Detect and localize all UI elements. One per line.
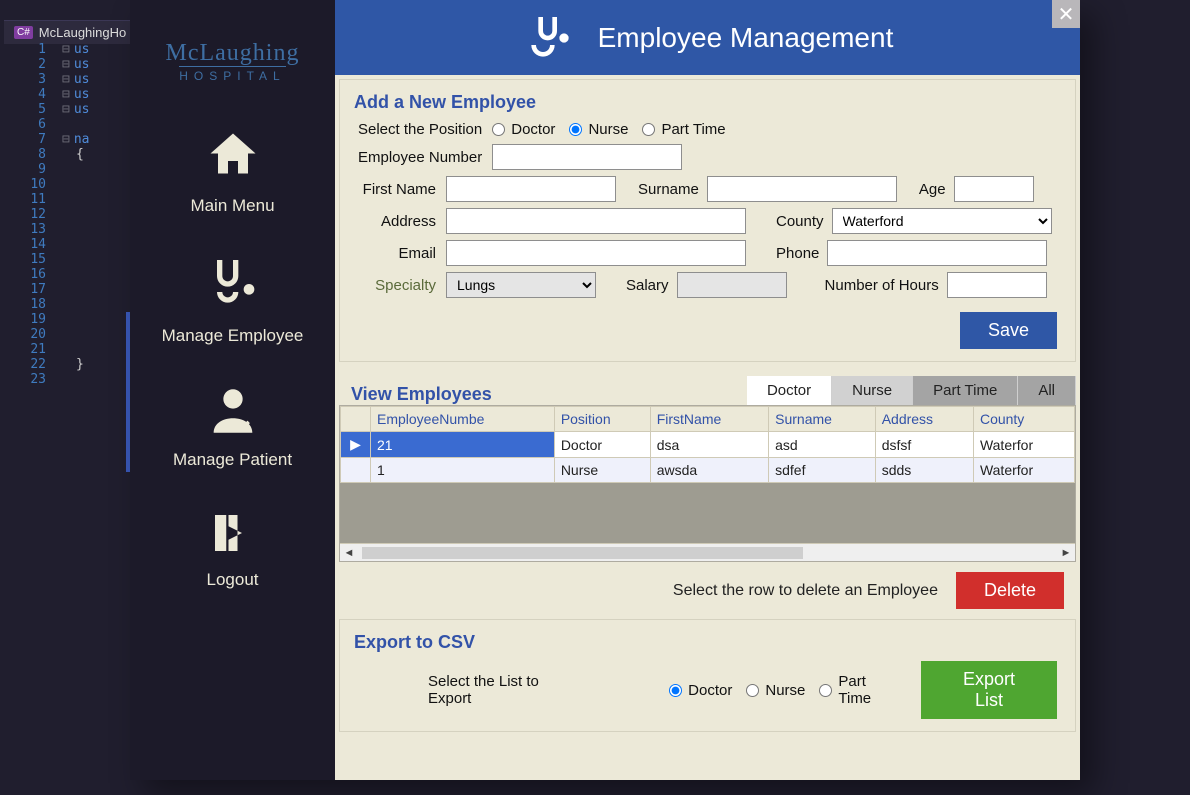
tab-nurse[interactable]: Nurse [832,376,913,405]
nav-main-menu[interactable]: Main Menu [130,108,335,234]
position-part-time[interactable]: Part Time [642,121,725,138]
save-button[interactable]: Save [960,312,1057,349]
position-radio-group: Doctor Nurse Part Time [492,121,725,138]
phone-label: Phone [776,245,819,262]
phone-input[interactable] [827,240,1047,266]
salary-label: Salary [626,277,669,294]
page-title: Employee Management [598,22,894,54]
export-heading: Export to CSV [354,632,1061,653]
delete-hint: Select the row to delete an Employee [673,582,938,600]
export-radio-group: Doctor Nurse Part Time [669,673,889,707]
export-panel: Export to CSV Select the List to Export … [339,619,1076,732]
grid-scrollbar[interactable]: ◄ ► [340,543,1075,561]
nav-manage-patient-label: Manage Patient [173,450,292,469]
nav-logout[interactable]: Logout [130,488,335,608]
specialty-select[interactable]: Lungs [446,272,596,298]
close-button[interactable]: ✕ [1052,0,1080,28]
age-input[interactable] [954,176,1034,202]
delete-button[interactable]: Delete [956,572,1064,609]
hours-label: Number of Hours [825,277,939,294]
position-nurse[interactable]: Nurse [569,121,628,138]
first-name-label: First Name [358,181,438,198]
scroll-thumb[interactable] [362,547,803,559]
view-heading: View Employees [339,384,492,405]
add-heading: Add a New Employee [354,92,1061,113]
hours-input [947,272,1047,298]
titlebar: Employee Management ✕ [335,0,1080,75]
tab-all[interactable]: All [1018,376,1076,405]
brand-logo: McLaughing HOSPITAL [166,40,300,83]
nav-main-menu-label: Main Menu [190,196,274,215]
brand-sub: HOSPITAL [179,66,285,83]
nav-logout-label: Logout [207,570,259,589]
stethoscope-icon [522,10,578,66]
address-input[interactable] [446,208,746,234]
tab-part-time[interactable]: Part Time [913,376,1018,405]
ide-tab-label: McLaughingHo [39,25,126,40]
specialty-label: Specialty [358,277,438,294]
export-nurse[interactable]: Nurse [746,682,805,699]
nav-manage-employee[interactable]: Manage Employee [130,234,335,364]
export-part-time[interactable]: Part Time [819,673,889,707]
employee-grid[interactable]: EmployeeNumbePositionFirstNameSurnameAdd… [339,405,1076,562]
export-select-label: Select the List to Export [428,673,577,707]
export-button[interactable]: Export List [921,661,1057,719]
stethoscope-icon [198,252,268,316]
ide-tab[interactable]: C# McLaughingHo [4,20,136,44]
logout-icon [205,506,261,560]
nav-manage-patient[interactable]: Manage Patient [130,364,335,488]
position-doctor[interactable]: Doctor [492,121,555,138]
surname-input[interactable] [707,176,897,202]
ide-gutter: 1⊟us2⊟us3⊟us4⊟us5⊟us67⊟na8{9101112131415… [0,42,130,387]
sidebar: McLaughing HOSPITAL Main Menu Manage Emp… [130,0,335,780]
scroll-left-icon[interactable]: ◄ [340,547,358,559]
table-row[interactable]: ▶21DoctordsaasddsfsfWaterfor [341,432,1075,458]
add-employee-panel: Add a New Employee Select the Position D… [339,79,1076,362]
emp-no-input[interactable] [492,144,682,170]
brand-name: McLaughing [166,40,300,67]
view-tabs: Doctor Nurse Part Time All [747,376,1076,405]
table-row[interactable]: 1NurseawsdasdfefsddsWaterfor [341,458,1075,483]
surname-label: Surname [638,181,699,198]
tab-doctor[interactable]: Doctor [747,376,832,405]
county-select[interactable]: Waterford [832,208,1052,234]
salary-input[interactable] [677,272,787,298]
csharp-icon: C# [14,26,33,39]
first-name-input[interactable] [446,176,616,202]
email-label: Email [358,245,438,262]
county-label: County [776,213,824,230]
email-input[interactable] [446,240,746,266]
app-window: McLaughing HOSPITAL Main Menu Manage Emp… [130,0,1080,780]
home-icon [198,126,268,186]
age-label: Age [919,181,946,198]
export-doctor[interactable]: Doctor [669,682,732,699]
nav-manage-employee-label: Manage Employee [162,326,304,345]
emp-no-label: Employee Number [358,149,484,166]
position-label: Select the Position [358,121,484,138]
address-label: Address [358,213,438,230]
patient-icon [203,382,263,440]
scroll-right-icon[interactable]: ► [1057,547,1075,559]
